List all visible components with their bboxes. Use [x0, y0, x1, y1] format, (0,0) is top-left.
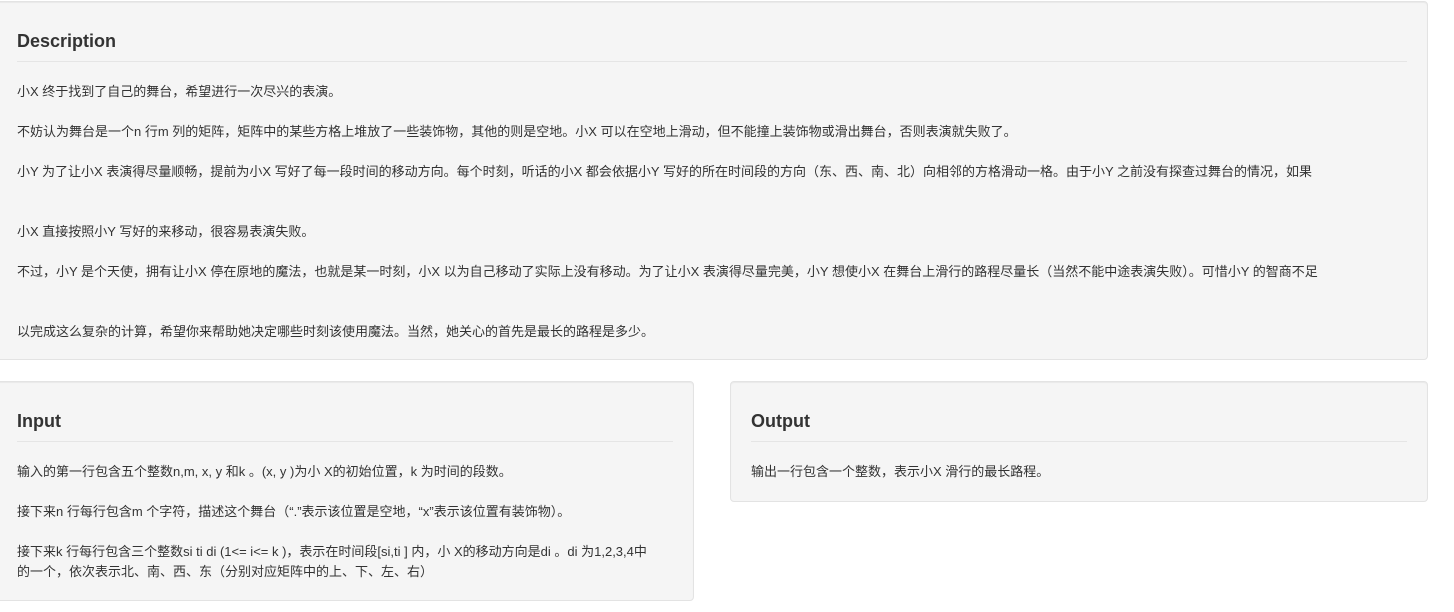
- input-divider: [17, 441, 673, 442]
- description-paragraph-4: 小X 直接按照小Y 写好的来移动，很容易表演失败。: [17, 224, 315, 239]
- description-divider: [17, 61, 1407, 62]
- output-panel: Output 输出一行包含一个整数，表示小X 滑行的最长路程。: [730, 381, 1428, 502]
- input-heading: Input: [17, 411, 61, 431]
- output-divider: [751, 441, 1407, 442]
- output-heading: Output: [751, 411, 810, 431]
- description-paragraph-2: 不妨认为舞台是一个n 行m 列的矩阵，矩阵中的某些方格上堆放了一些装饰物，其他的…: [17, 124, 1017, 139]
- description-paragraph-5: 不过，小Y 是个天使，拥有让小X 停在原地的魔法，也就是某一时刻，小X 以为自己…: [17, 264, 1318, 279]
- output-paragraph-1: 输出一行包含一个整数，表示小X 滑行的最长路程。: [751, 464, 1050, 479]
- description-paragraph-1: 小X 终于找到了自己的舞台，希望进行一次尽兴的表演。: [17, 84, 342, 99]
- input-paragraph-2: 接下来n 行每行包含m 个字符，描述这个舞台（“.”表示该位置是空地，“x”表示…: [17, 504, 571, 519]
- description-panel: Description 小X 终于找到了自己的舞台，希望进行一次尽兴的表演。 不…: [0, 1, 1428, 360]
- input-panel: Input 输入的第一行包含五个整数n,m, x, y 和k 。(x, y )为…: [0, 381, 694, 601]
- input-paragraph-3: 接下来k 行每行包含三个整数si ti di (1<= i<= k )，表示在时…: [17, 544, 647, 579]
- description-heading: Description: [17, 31, 117, 51]
- description-paragraph-3: 小Y 为了让小X 表演得尽量顺畅，提前为小X 写好了每一段时间的移动方向。每个时…: [17, 164, 1312, 179]
- input-paragraph-1: 输入的第一行包含五个整数n,m, x, y 和k 。(x, y )为小 X的初始…: [17, 464, 512, 479]
- description-paragraph-6: 以完成这么复杂的计算，希望你来帮助她决定哪些时刻该使用魔法。当然，她关心的首先是…: [17, 324, 655, 339]
